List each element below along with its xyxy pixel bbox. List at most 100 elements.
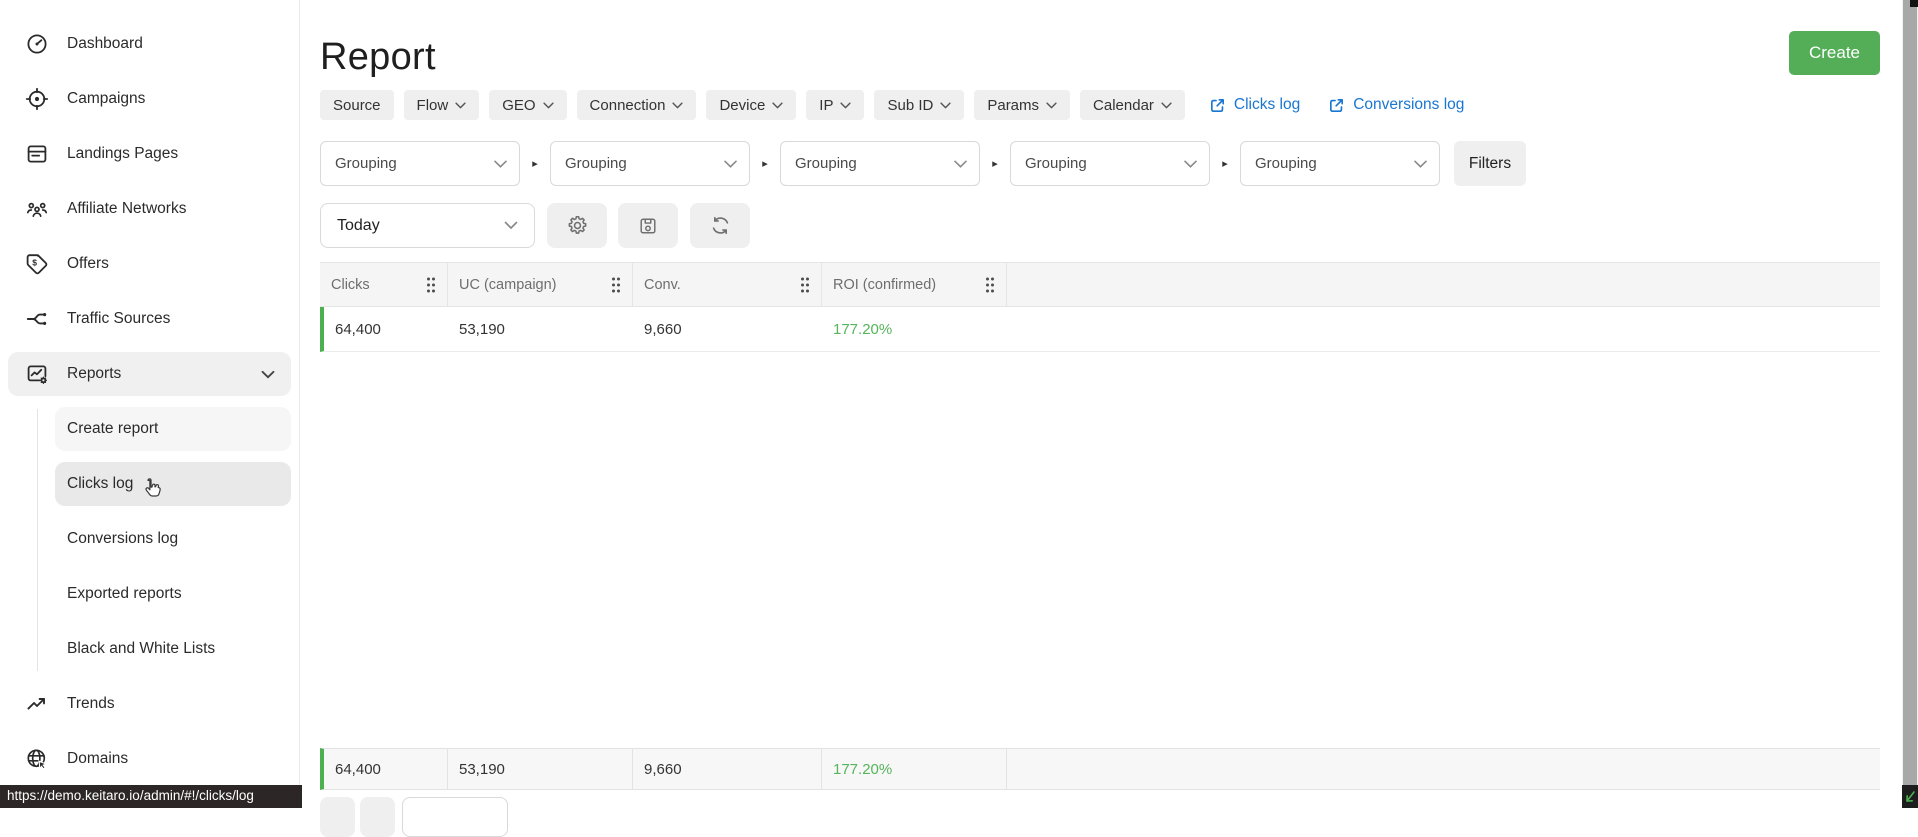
arrow-separator: ▸ [762,158,768,170]
sidebar-item-label: Campaigns [67,90,146,107]
drag-handle-icon[interactable] [799,276,811,294]
pagination-next-button[interactable] [360,797,395,837]
sidebar-item-label: Offers [67,255,109,272]
scrollbar-thumb[interactable] [1903,0,1917,785]
drag-handle-icon[interactable] [610,276,622,294]
sidebar-item-domains[interactable]: Domains [8,737,291,781]
submenu-item-label: Exported reports [67,585,182,602]
drag-handle-icon[interactable] [425,276,437,294]
branch-icon [25,307,49,331]
pagination-prev-button[interactable] [320,797,355,837]
column-header-empty [1007,263,1880,306]
cell-uc-campaign: 53,190 [459,320,505,338]
refresh-icon [712,216,728,235]
filter-chip-geo[interactable]: GEO [489,90,567,120]
chevron-down-icon [672,101,684,109]
grouping-select-1[interactable]: Grouping [320,141,520,186]
sidebar-item-trends[interactable]: Trends [8,682,291,726]
date-range-select[interactable]: Today [320,203,535,248]
target-icon [25,87,49,111]
column-header-conv[interactable]: Conv. [633,263,822,306]
dashboard-icon [25,32,49,56]
status-url-tooltip: https://demo.keitaro.io/admin/#!/clicks/… [0,785,302,808]
external-link-icon [1330,98,1344,112]
summary-uc-campaign: 53,190 [448,749,633,789]
chevron-down-icon [504,221,518,230]
column-header-clicks[interactable]: Clicks [320,263,448,306]
filter-chip-sub-id[interactable]: Sub ID [874,90,965,120]
filter-chip-source[interactable]: Source [320,90,394,120]
clicks-log-link[interactable]: Clicks log [1209,96,1300,114]
column-header-roi-confirmed[interactable]: ROI (confirmed) [822,263,1007,306]
filter-chip-params[interactable]: Params [974,90,1071,120]
grouping-select-5[interactable]: Grouping [1240,141,1440,186]
column-label: Conv. [644,276,681,293]
arrow-separator: ▸ [532,158,538,170]
sidebar-item-landings-pages[interactable]: Landings Pages [8,132,291,176]
green-arrow-icon [1906,790,1915,802]
link-label: Clicks log [1233,96,1301,113]
filter-chip-flow[interactable]: Flow [403,90,480,120]
trending-up-icon [25,692,49,716]
sidebar-item-affiliate-networks[interactable]: Affiliate Networks [8,187,291,231]
filter-chip-connection[interactable]: Connection [576,90,697,120]
per-page-select[interactable] [402,797,508,837]
chevron-down-icon [261,370,275,379]
cell-clicks: 64,400 [335,320,381,338]
submenu-item-conversions-log[interactable]: Conversions log [55,517,291,561]
submenu-item-label: Conversions log [67,530,179,547]
sidebar-item-campaigns[interactable]: Campaigns [8,77,291,121]
filters-button[interactable]: Filters [1454,141,1526,186]
svg-text:$: $ [32,258,37,268]
submenu-item-black-white-lists[interactable]: Black and White Lists [55,627,291,671]
sidebar-item-offers[interactable]: $ Offers [8,242,291,286]
create-button[interactable]: Create [1789,31,1880,75]
sidebar-item-reports[interactable]: Reports [8,352,291,396]
submenu-item-label: Create report [67,420,159,437]
scrollbar-track[interactable] [1902,0,1918,808]
summary-roi-confirmed: 177.20% [822,749,1007,789]
grouping-placeholder: Grouping [1255,155,1317,172]
chip-label: GEO [502,96,536,114]
drag-handle-icon[interactable] [984,276,996,294]
chevron-down-icon [954,160,967,168]
reports-submenu: Create report Clicks log Conversions log… [0,407,299,671]
submenu-item-label: Clicks log [67,475,134,492]
conversions-log-link[interactable]: Conversions log [1328,96,1464,114]
people-icon [25,197,49,221]
submenu-item-clicks-log[interactable]: Clicks log [55,462,291,506]
chevron-down-icon [1414,160,1427,168]
column-header-uc-campaign[interactable]: UC (campaign) [448,263,633,306]
grouping-select-3[interactable]: Grouping [780,141,980,186]
chevron-down-icon [1046,101,1057,109]
filter-chip-calendar[interactable]: Calendar [1080,90,1185,120]
grouping-placeholder: Grouping [1025,155,1087,172]
grouping-select-4[interactable]: Grouping [1010,141,1210,186]
grouping-row: Grouping ▸ Grouping ▸ Grouping ▸ Groupin… [320,141,1526,186]
submenu-item-create-report[interactable]: Create report [55,407,291,451]
cell-conv: 9,660 [644,320,682,338]
submenu-item-exported-reports[interactable]: Exported reports [55,572,291,616]
date-range-value: Today [337,216,380,234]
chevron-down-icon [840,101,852,109]
sidebar-item-dashboard[interactable]: Dashboard [8,22,291,66]
filter-chip-device[interactable]: Device [706,90,797,120]
column-label: ROI (confirmed) [833,276,937,293]
chip-label: Connection [589,96,666,114]
external-link-icon [1210,98,1224,112]
submenu-item-label: Black and White Lists [67,640,216,657]
page-title: Report [320,36,436,78]
chip-label: Sub ID [887,96,934,114]
filter-chip-ip[interactable]: IP [806,90,865,120]
table-row[interactable]: 64,400 53,190 9,660 177.20% [320,307,1880,352]
refresh-button[interactable] [690,203,750,248]
sidebar-item-traffic-sources[interactable]: Traffic Sources [8,297,291,341]
sidebar: Dashboard Campaigns Landings Pages Affil… [0,0,300,808]
settings-button[interactable] [547,203,607,248]
column-label: UC (campaign) [459,276,557,293]
chevron-down-icon [494,160,507,168]
filter-chips-row: Source Flow GEO Connection Device IP Sub… [320,90,1464,120]
chip-label: Params [987,96,1040,114]
save-button[interactable] [618,203,678,248]
grouping-select-2[interactable]: Grouping [550,141,750,186]
